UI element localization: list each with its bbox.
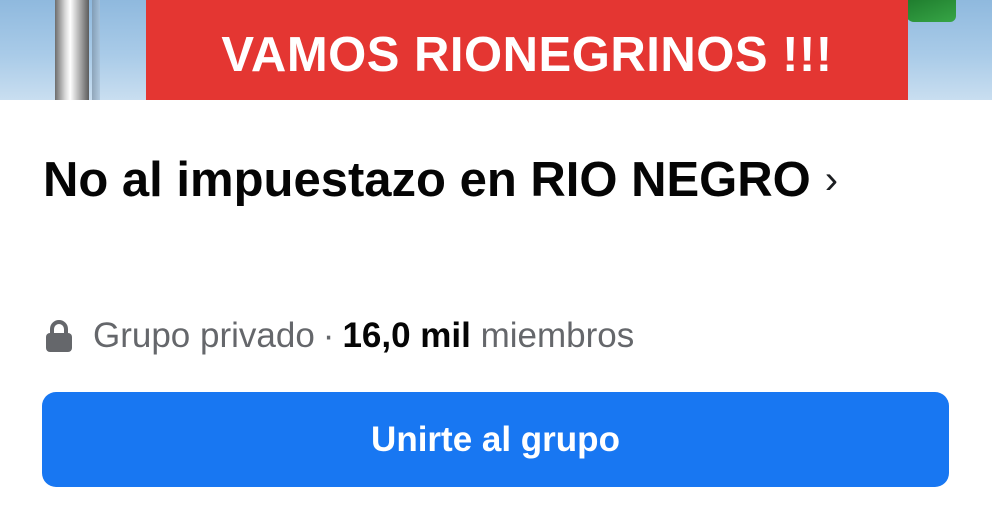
meta-separator: · — [322, 316, 335, 355]
group-cover-photo[interactable]: VAMOS RIONEGRINOS !!! — [0, 0, 992, 100]
members-label: miembros — [480, 316, 635, 355]
flag-pole — [55, 0, 89, 100]
cover-banner: VAMOS RIONEGRINOS !!! — [146, 0, 908, 100]
privacy-label: Grupo privado — [93, 316, 315, 355]
member-count: 16,0 mil — [342, 316, 471, 355]
cover-banner-text: VAMOS RIONEGRINOS !!! — [221, 28, 833, 82]
join-group-button[interactable]: Unirte al grupo — [42, 392, 949, 487]
group-meta: Grupo privado · 16,0 mil miembros — [43, 312, 634, 360]
group-title-link[interactable]: No al impuestazo en RIO NEGRO › — [43, 144, 943, 220]
lock-icon — [46, 320, 72, 352]
chevron-right-icon: › — [824, 158, 839, 202]
green-flag — [906, 0, 956, 22]
group-name: No al impuestazo en RIO NEGRO — [43, 153, 811, 207]
pole-shadow — [92, 0, 100, 100]
